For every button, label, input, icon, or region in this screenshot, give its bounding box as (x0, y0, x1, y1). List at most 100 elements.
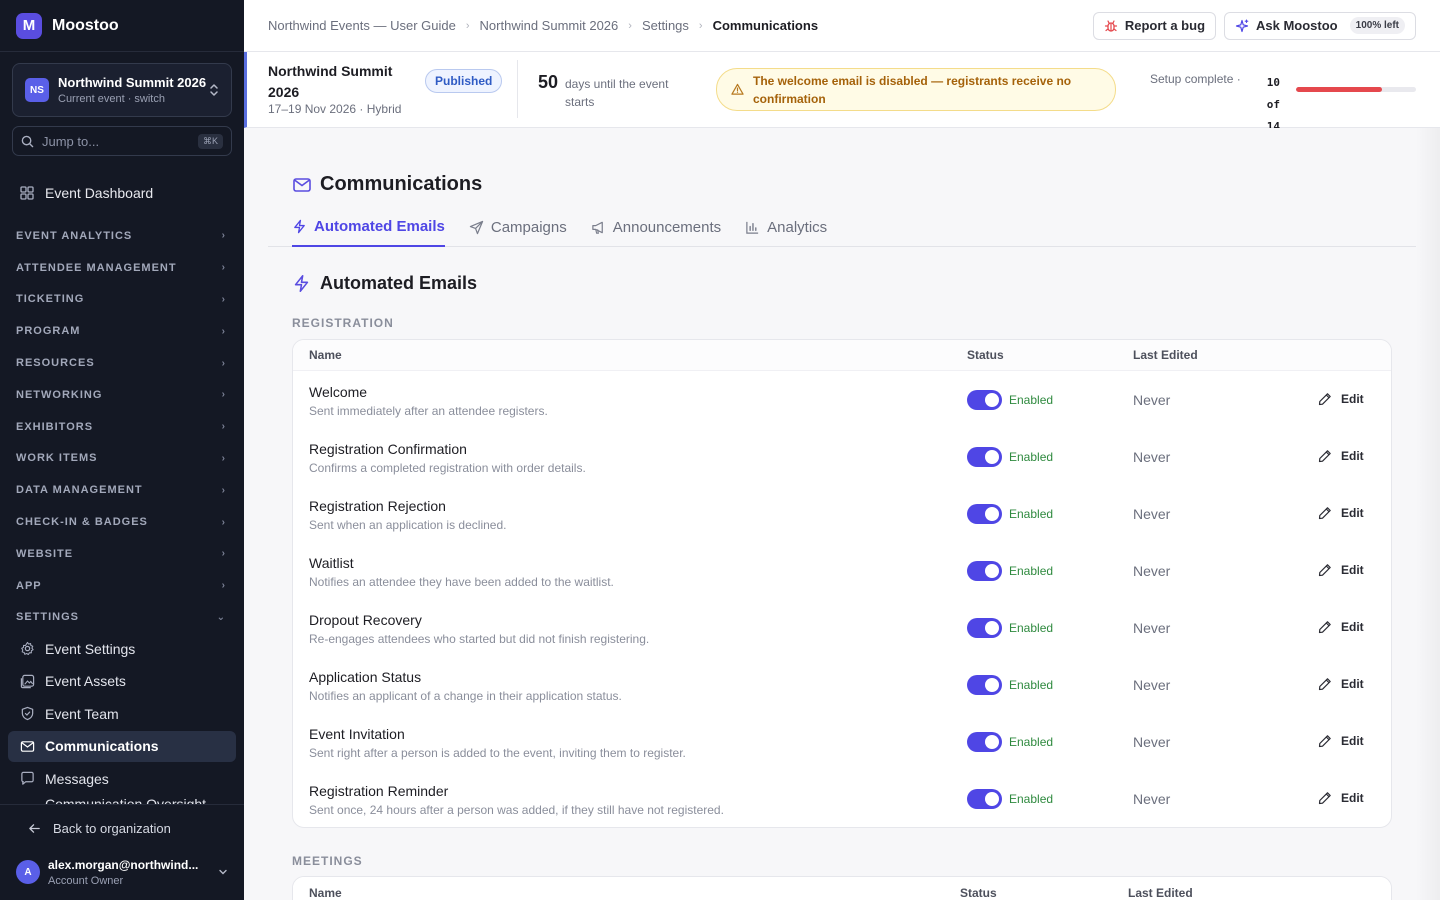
table-body: Welcome Sent immediately after an attende… (293, 371, 1391, 827)
ask-moostoo-button[interactable]: Ask Moostoo 100% left (1224, 11, 1416, 40)
sidebar-item-communications[interactable]: Communications (8, 730, 236, 762)
arrow-left-icon (28, 822, 41, 835)
enabled-toggle[interactable] (967, 675, 1002, 695)
enabled-toggle[interactable] (967, 447, 1002, 467)
breadcrumb-current: Communications (712, 18, 819, 33)
tab-announcements[interactable]: Announcements (591, 208, 721, 247)
edit-button[interactable]: Edit (1318, 392, 1364, 406)
communications-tabs: Automated Emails Campaigns Announcements… (268, 208, 1416, 247)
sidebar-section-website[interactable]: WEBSITE › (0, 538, 244, 570)
edit-button[interactable]: Edit (1318, 734, 1364, 748)
sidebar-item-event-dashboard[interactable]: Event Dashboard (8, 177, 236, 209)
enabled-toggle[interactable] (967, 618, 1002, 638)
avatar: A (16, 860, 40, 884)
tab-label: Analytics (767, 219, 828, 236)
table-row: Waitlist Notifies an attendee they have b… (293, 542, 1391, 599)
sidebar-section-settings[interactable]: SETTINGS ⌄ (0, 602, 244, 634)
enabled-toggle[interactable] (967, 390, 1002, 410)
sidebar-item-label: Communications (45, 738, 159, 755)
breadcrumb-item[interactable]: Settings (642, 18, 689, 33)
edit-label: Edit (1341, 620, 1364, 634)
last-edited: Never (1133, 449, 1171, 465)
table-header: Name Status Last Edited (293, 877, 1391, 900)
tab-analytics[interactable]: Analytics (745, 208, 827, 247)
sidebar-section-app[interactable]: APP › (0, 570, 244, 602)
sidebar-section-exhibitors[interactable]: EXHIBITORS › (0, 411, 244, 443)
email-name: Registration Rejection (309, 498, 446, 514)
edit-button[interactable]: Edit (1318, 620, 1364, 634)
back-to-organization-link[interactable]: Back to organization (0, 805, 244, 851)
breadcrumb-item[interactable]: Northwind Events — User Guide (268, 18, 456, 33)
sidebar-item-event-assets[interactable]: Event Assets (8, 666, 236, 697)
sidebar: M Moostoo NS Northwind Summit 2026 Curre… (0, 0, 244, 900)
edit-button[interactable]: Edit (1318, 791, 1364, 805)
edit-button[interactable]: Edit (1318, 677, 1364, 691)
sidebar-section-ticketing[interactable]: TICKETING › (0, 284, 244, 316)
event-dates: 17–19 Nov 2026 · Hybrid (268, 102, 402, 116)
enabled-toggle[interactable] (967, 504, 1002, 524)
enabled-toggle[interactable] (967, 789, 1002, 809)
sidebar-section-networking[interactable]: NETWORKING › (0, 379, 244, 411)
chevron-right-icon: › (698, 19, 703, 32)
chevron-down-icon (218, 867, 228, 877)
user-menu[interactable]: A alex.morgan@northwind... Account Owner (0, 851, 244, 893)
sidebar-section-work-items[interactable]: WORK ITEMS › (0, 443, 244, 475)
edit-label: Edit (1341, 563, 1364, 577)
mail-icon (20, 739, 35, 754)
sidebar-item-label: Event Assets (45, 673, 126, 690)
status-label: Enabled (1009, 621, 1054, 635)
sidebar-item-label: Messages (45, 770, 109, 787)
email-name: Event Invitation (309, 726, 405, 742)
setup-label: Setup complete · (1150, 72, 1241, 86)
event-switcher-name: Northwind Summit 2026 (58, 75, 207, 90)
tab-label: Announcements (612, 219, 722, 236)
sidebar-section-data-management[interactable]: DATA MANAGEMENT › (0, 474, 244, 506)
email-description: Sent when an application is declined. (309, 518, 507, 532)
sidebar-section-event-analytics[interactable]: EVENT ANALYTICS › (0, 220, 244, 252)
chevron-right-icon: › (221, 580, 226, 592)
scroll-shadow (1416, 128, 1440, 900)
status-label: Enabled (1009, 450, 1054, 464)
sidebar-section-check-in-badges[interactable]: CHECK-IN & BADGES › (0, 506, 244, 538)
email-name: Registration Reminder (309, 783, 449, 799)
pencil-icon (1318, 563, 1332, 577)
report-bug-button[interactable]: Report a bug (1092, 11, 1217, 40)
sidebar-section-attendee-management[interactable]: ATTENDEE MANAGEMENT › (0, 252, 244, 284)
page-header: Communications (292, 173, 482, 196)
pencil-icon (1318, 734, 1332, 748)
edit-button[interactable]: Edit (1318, 563, 1364, 577)
email-description: Confirms a completed registration with o… (309, 461, 586, 475)
sidebar-footer: Back to organization A alex.morgan@north… (0, 804, 244, 900)
pencil-icon (1318, 620, 1332, 634)
column-header-name: Name (309, 348, 342, 362)
email-name: Welcome (309, 384, 368, 400)
tab-automated-emails[interactable]: Automated Emails (292, 208, 445, 247)
setup-progress-fill (1296, 87, 1382, 92)
edit-label: Edit (1341, 506, 1364, 520)
edit-button[interactable]: Edit (1318, 449, 1364, 463)
event-switcher[interactable]: NS Northwind Summit 2026 Current event ·… (12, 63, 232, 117)
section-label: ATTENDEE MANAGEMENT (16, 261, 177, 274)
sidebar-section-resources[interactable]: RESOURCES › (0, 347, 244, 379)
email-name: Dropout Recovery (309, 612, 422, 628)
welcome-email-warning[interactable]: The welcome email is disabled — registra… (716, 68, 1116, 111)
last-edited: Never (1133, 677, 1171, 693)
sidebar-item-messages[interactable]: Messages (8, 763, 236, 794)
enabled-toggle[interactable] (967, 561, 1002, 581)
sidebar-item-event-team[interactable]: Event Team (8, 698, 236, 729)
enabled-toggle[interactable] (967, 732, 1002, 752)
tab-label: Automated Emails (314, 218, 445, 235)
sidebar-item-event-settings[interactable]: Event Settings (8, 633, 236, 664)
chevron-down-icon: ⌄ (216, 611, 226, 623)
edit-button[interactable]: Edit (1318, 506, 1364, 520)
tab-campaigns[interactable]: Campaigns (469, 208, 567, 247)
last-edited: Never (1133, 620, 1171, 636)
pencil-icon (1318, 449, 1332, 463)
chevron-right-icon: › (221, 262, 226, 274)
edit-label: Edit (1341, 791, 1364, 805)
breadcrumb-item[interactable]: Northwind Summit 2026 (480, 18, 619, 33)
table-row: Dropout Recovery Re-engages attendees who… (293, 599, 1391, 656)
jump-to-search[interactable]: Jump to... ⌘K (12, 126, 232, 156)
chevron-right-icon: › (221, 389, 226, 401)
sidebar-section-program[interactable]: PROGRAM › (0, 315, 244, 347)
